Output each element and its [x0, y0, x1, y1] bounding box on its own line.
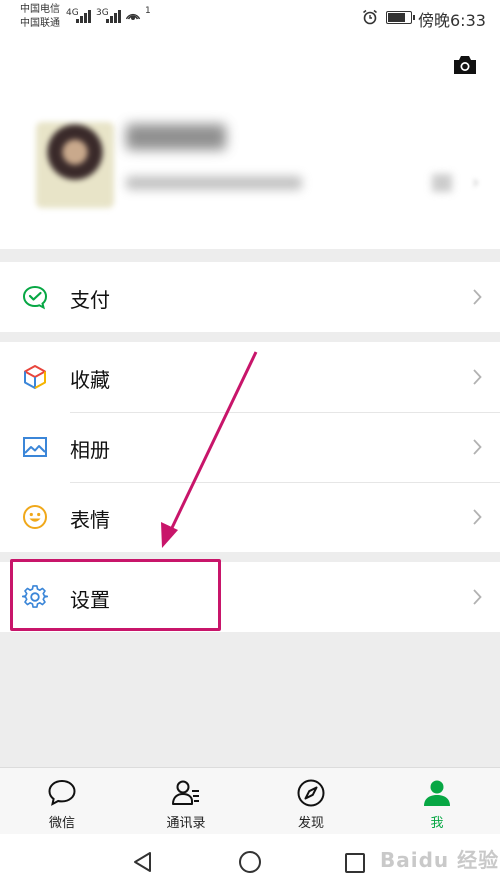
settings-highlight-box: [10, 559, 221, 631]
chevron-right-icon: [473, 369, 482, 385]
menu-item-album[interactable]: 相册: [0, 412, 500, 482]
signal-bars-1-icon: [76, 9, 94, 23]
alarm-icon: [363, 9, 377, 25]
recent-apps-square-icon[interactable]: [344, 852, 366, 874]
menu-item-stickers[interactable]: 表情: [0, 482, 500, 552]
tab-label-me: 我: [430, 816, 444, 831]
hotspot-count: 1: [145, 6, 151, 16]
carrier-labels: 中国电信 中国联通: [20, 3, 60, 31]
image-icon: [23, 437, 47, 457]
contacts-icon: [172, 780, 199, 805]
battery-icon: [386, 11, 415, 24]
tab-label-chats: 微信: [48, 816, 75, 831]
tab-discover[interactable]: 发现: [266, 768, 356, 835]
menu-group-content: 收藏 相册 表情: [0, 342, 500, 552]
menu-label-pay: 支付: [70, 288, 110, 312]
clock: 傍晚6:33: [418, 11, 486, 30]
camera-icon[interactable]: [452, 54, 478, 76]
bottom-tab-bar: 微信 通讯录 发现 我: [0, 767, 500, 834]
cube-icon: [24, 365, 46, 389]
tab-label-contacts: 通讯录: [166, 816, 206, 831]
back-triangle-icon[interactable]: [131, 850, 155, 874]
wallet-check-icon: [22, 285, 48, 310]
chevron-right-icon: [473, 509, 482, 525]
avatar[interactable]: [36, 122, 114, 208]
menu-group-pay: 支付: [0, 262, 500, 332]
status-bar: 中国电信 中国联通 4G 3G 1 傍晚6:33: [0, 0, 500, 36]
chevron-right-icon: [473, 289, 482, 305]
menu-label-album: 相册: [70, 438, 110, 462]
hotspot-icon: [126, 13, 141, 20]
baidu-watermark: Baidu 经验: [380, 848, 500, 872]
chevron-right-icon: [473, 589, 482, 605]
home-circle-icon[interactable]: [238, 850, 262, 874]
menu-item-pay[interactable]: 支付: [0, 262, 500, 332]
qr-code-icon[interactable]: [432, 174, 452, 192]
chevron-right-icon: [473, 439, 482, 455]
smiley-icon: [23, 505, 47, 529]
menu-label-favorites: 收藏: [70, 368, 110, 392]
wechat-id-blurred: [126, 176, 302, 190]
tab-contacts[interactable]: 通讯录: [141, 768, 231, 835]
menu-item-favorites[interactable]: 收藏: [0, 342, 500, 412]
compass-icon: [297, 779, 325, 807]
tab-label-discover: 发现: [297, 816, 324, 831]
person-icon: [424, 780, 450, 806]
tab-me[interactable]: 我: [392, 768, 482, 835]
tab-chats[interactable]: 微信: [17, 768, 107, 835]
nickname-blurred: [126, 124, 226, 150]
profile-chevron-icon: ›: [472, 172, 480, 193]
menu-label-stickers: 表情: [70, 508, 110, 532]
carrier-1: 中国电信: [20, 4, 60, 15]
carrier-2: 中国联通: [20, 18, 60, 29]
chat-bubble-icon: [48, 779, 76, 806]
signal-bars-2-icon: [106, 9, 124, 23]
